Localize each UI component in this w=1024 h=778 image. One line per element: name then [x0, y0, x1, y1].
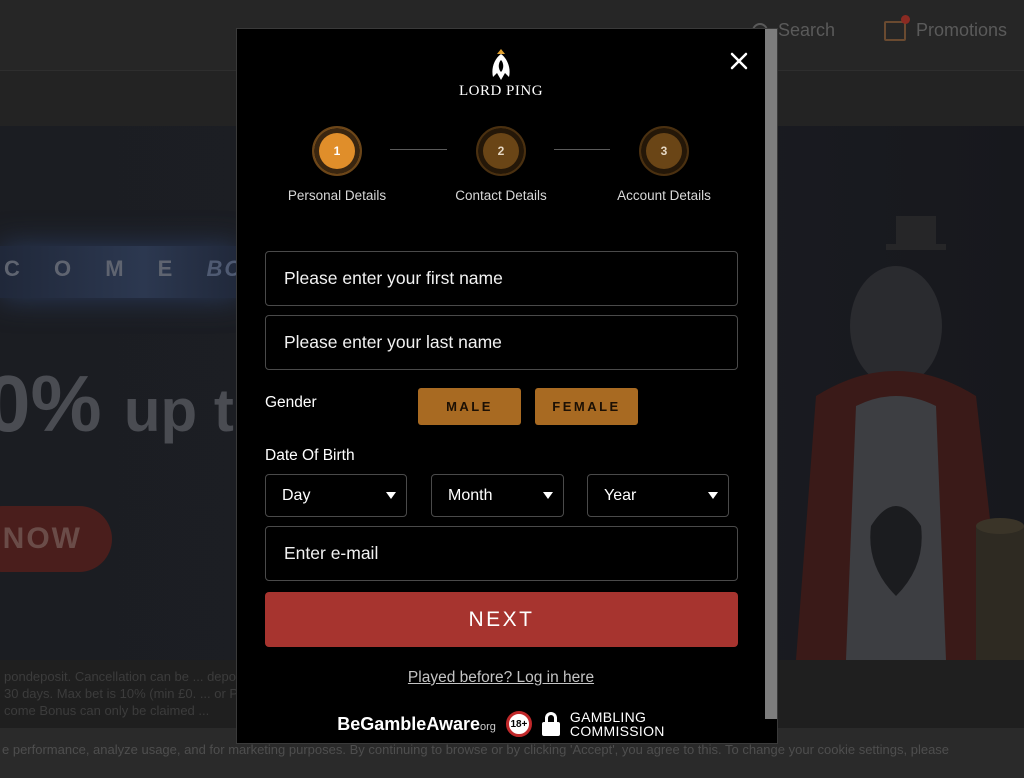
caret-down-icon [386, 492, 396, 499]
step-contact-details: 2 Contact Details [431, 126, 571, 203]
gender-male-button[interactable]: MALE [418, 388, 521, 425]
step-label: Account Details [617, 188, 711, 203]
responsible-gambling-footer: BeGambleAwareorg 18+ GAMBLING COMMISSION [237, 709, 765, 739]
dob-month-select[interactable]: Month [431, 474, 564, 517]
promotions-label: Promotions [916, 20, 1008, 40]
begambleaware-logo[interactable]: BeGambleAwareorg [337, 714, 496, 735]
caret-down-icon [708, 492, 718, 499]
login-link[interactable]: Played before? Log in here [237, 669, 765, 687]
email-input[interactable] [265, 526, 738, 581]
dob-day-value: Day [282, 486, 311, 504]
next-button[interactable]: NEXT [265, 592, 738, 647]
step-label: Personal Details [287, 188, 387, 203]
step-number: 3 [639, 126, 689, 176]
step-account-details: 3 Account Details [594, 126, 734, 203]
hero-cta-button[interactable]: NOW [0, 506, 112, 572]
search-label: Search [778, 20, 836, 40]
header-promotions[interactable]: Promotions [884, 14, 1008, 41]
gender-female-button[interactable]: FEMALE [535, 388, 638, 425]
dob-month-value: Month [448, 486, 493, 504]
step-label: Contact Details [455, 188, 547, 203]
close-icon[interactable] [727, 49, 751, 73]
caret-down-icon [543, 492, 553, 499]
age-18-badge: 18+ [505, 711, 532, 737]
gambling-commission-logo[interactable]: GAMBLING COMMISSION [570, 710, 665, 738]
lock-icon [541, 712, 560, 736]
first-name-input[interactable] [265, 251, 738, 306]
lord-ping-logo: LORD PING [237, 45, 765, 100]
dob-year-select[interactable]: Year [587, 474, 729, 517]
gift-icon [884, 14, 910, 41]
dob-day-select[interactable]: Day [265, 474, 407, 517]
logo-wordmark: LORD PING [458, 83, 544, 99]
penguin-logo-icon [492, 49, 510, 80]
step-personal-details: 1 Personal Details [267, 126, 407, 203]
step-number: 1 [312, 126, 362, 176]
modal-scrollbar[interactable] [765, 29, 777, 719]
registration-modal: LORD PING 1 Personal Details 2 Contact D… [236, 28, 778, 744]
dob-label: Date Of Birth [265, 447, 355, 464]
step-number: 2 [476, 126, 526, 176]
penguin-mascot-image [796, 216, 1024, 660]
gender-label: Gender [265, 394, 317, 411]
last-name-input[interactable] [265, 315, 738, 370]
hero-headline: 0% up to [0, 359, 271, 448]
dob-year-value: Year [604, 486, 637, 504]
